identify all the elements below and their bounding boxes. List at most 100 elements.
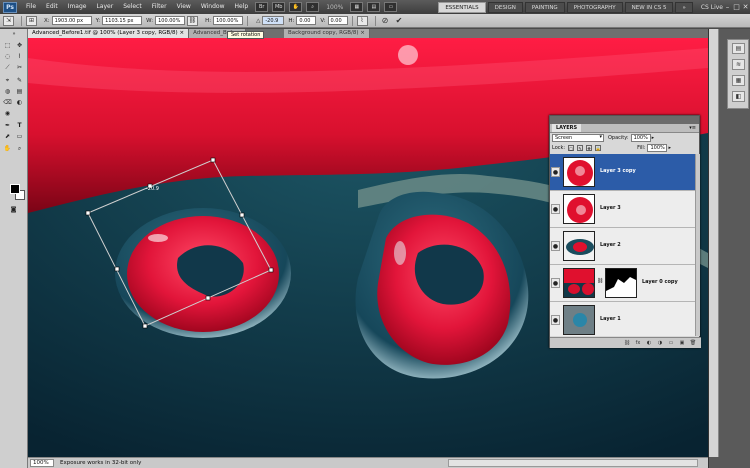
minimize-icon[interactable]: – [723,3,732,11]
width-field[interactable]: 100.00% [155,16,186,25]
menu-filter[interactable]: Filter [147,0,172,14]
cancel-transform-icon[interactable]: ⊘ [380,16,391,26]
crop-tool-icon[interactable]: ⟋ [2,63,13,72]
layer-row-layer-0-copy[interactable]: ● ⛓ Layer 0 copy [550,265,695,302]
close-icon[interactable]: × [360,30,365,36]
workspace-essentials[interactable]: ESSENTIALS [438,1,486,13]
history-panel-icon[interactable]: ▤ [732,43,745,54]
transform-handle[interactable] [239,212,245,218]
workspace-new-in-cs5[interactable]: NEW IN CS 5 [624,1,674,13]
eye-icon[interactable]: ● [551,204,560,214]
transform-handle[interactable] [114,266,120,272]
workspace-photography[interactable]: PHOTOGRAPHY [566,1,623,13]
eye-icon[interactable]: ● [551,315,560,325]
swatches-panel-icon[interactable]: ▦ [732,75,745,86]
panel-menu-icon[interactable]: ▾≡ [689,124,696,132]
hand-tool-icon[interactable]: ✋ [289,2,303,12]
marquee-tool-icon[interactable]: ⬚ [2,41,13,50]
zoom-tool-icon[interactable]: ⌕ [306,2,320,12]
reference-point-icon[interactable]: ⊞ [26,15,37,26]
fill-slider-arrow-icon[interactable]: ▸ [668,145,671,151]
toolbox-collapse-icon[interactable]: » [2,32,26,37]
eye-icon[interactable]: ● [551,278,560,288]
h-skew-field[interactable]: 0.00 [296,16,317,25]
height-field[interactable]: 100.00% [213,16,244,25]
minibridge-icon[interactable]: Mb [272,2,286,12]
tab-layers[interactable]: LAYERS [552,124,582,132]
tab-background-copy[interactable]: Background copy, RGB/8) × [283,29,370,38]
type-tool-icon[interactable]: T [14,121,25,130]
opacity-field[interactable]: 100% [630,134,651,142]
commit-transform-icon[interactable]: ✔ [394,16,405,26]
screen-mode-icon[interactable]: ▭ [384,2,398,12]
close-icon[interactable]: × [179,30,184,36]
fill-field[interactable]: 100% [647,144,668,152]
close-icon[interactable]: ✕ [741,3,750,11]
menu-select[interactable]: Select [118,0,147,14]
transform-handle[interactable] [210,157,216,163]
new-group-icon[interactable]: ▭ [667,340,675,347]
opacity-slider-arrow-icon[interactable]: ▸ [652,135,655,141]
layer-row-layer-3-copy[interactable]: ● Layer 3 copy [550,154,695,191]
panel-titlebar[interactable] [550,116,699,124]
character-panel-icon[interactable]: ≋ [732,59,745,70]
warp-mode-icon[interactable]: ⌇ [356,15,368,26]
blend-mode-select[interactable]: Screen [552,134,604,142]
menu-image[interactable]: Image [63,0,92,14]
rotation-field[interactable]: -20.9 [262,16,285,25]
menu-layer[interactable]: Layer [91,0,118,14]
path-selection-tool-icon[interactable]: ⬈ [2,132,13,141]
tab-advanced-before1[interactable]: Advanced_Before1.tif @ 100% (Layer 3 cop… [28,29,190,38]
zoom-field[interactable]: 100% [30,459,54,467]
history-brush-tool-icon[interactable]: ▤ [14,87,25,96]
workspace-painting[interactable]: PAINTING [524,1,565,13]
workspace-design[interactable]: DESIGN [487,1,523,13]
lock-position-icon[interactable]: ✥ [586,145,593,151]
menu-edit[interactable]: Edit [41,0,63,14]
workspace-more[interactable]: » [675,1,693,13]
transform-handle[interactable] [85,210,91,216]
gradient-tool-icon[interactable]: ◐ [14,98,25,107]
adjustments-panel-icon[interactable]: ◧ [732,91,745,102]
transform-handle[interactable] [142,323,148,329]
view-extras-icon[interactable]: ▦ [350,2,364,12]
layer-style-icon[interactable]: fx [634,340,642,347]
transform-handle[interactable] [268,267,274,273]
lock-all-icon[interactable]: 🔒 [595,145,602,151]
dodge-tool-icon[interactable]: ◉ [2,109,13,118]
layer-mask-thumbnail[interactable] [605,268,637,298]
link-icon[interactable]: ⛓ [597,278,603,284]
menu-window[interactable]: Window [196,0,230,14]
lasso-tool-icon[interactable]: ◌ [2,52,13,61]
menu-help[interactable]: Help [230,0,254,14]
link-layers-icon[interactable]: ⛓ [623,340,631,347]
x-position-field[interactable]: 1903.00 px [51,16,92,25]
brush-tool-icon[interactable]: ✎ [14,76,25,85]
clone-stamp-tool-icon[interactable]: ◍ [2,87,13,96]
menu-file[interactable]: File [21,0,41,14]
maximize-icon[interactable]: □ [732,3,741,11]
hand-tool-icon[interactable]: ✋ [2,144,13,153]
move-tool-preset-icon[interactable]: ⇲ [3,15,14,26]
eraser-tool-icon[interactable]: ⌫ [2,98,13,107]
layers-scrollbar[interactable] [695,154,700,336]
trash-icon[interactable]: 🗑 [689,340,697,347]
y-position-field[interactable]: 1103.15 px [102,16,143,25]
bridge-icon[interactable]: Br [255,2,269,12]
quick-mask-icon[interactable]: ◙ [8,205,19,214]
arrange-documents-icon[interactable]: ▤ [367,2,381,12]
transform-handle[interactable] [205,295,211,301]
lock-transparency-icon[interactable]: ▢ [568,145,575,151]
shape-tool-icon[interactable]: ▭ [14,132,25,141]
zoom-tool-icon[interactable]: ⌕ [14,144,25,153]
slice-tool-icon[interactable]: ✂ [14,63,25,72]
layer-row-layer-2[interactable]: ● Layer 2 [550,228,695,265]
cs-live-button[interactable]: CS Live [701,4,723,11]
add-mask-icon[interactable]: ◐ [645,340,653,347]
vertical-scrollbar[interactable] [709,29,719,457]
adjustment-layer-icon[interactable]: ◑ [656,340,664,347]
eye-icon[interactable]: ● [551,241,560,251]
new-layer-icon[interactable]: ▣ [678,340,686,347]
horizontal-scrollbar[interactable] [448,459,698,467]
status-info[interactable]: Exposure works in 32-bit only [60,460,141,466]
